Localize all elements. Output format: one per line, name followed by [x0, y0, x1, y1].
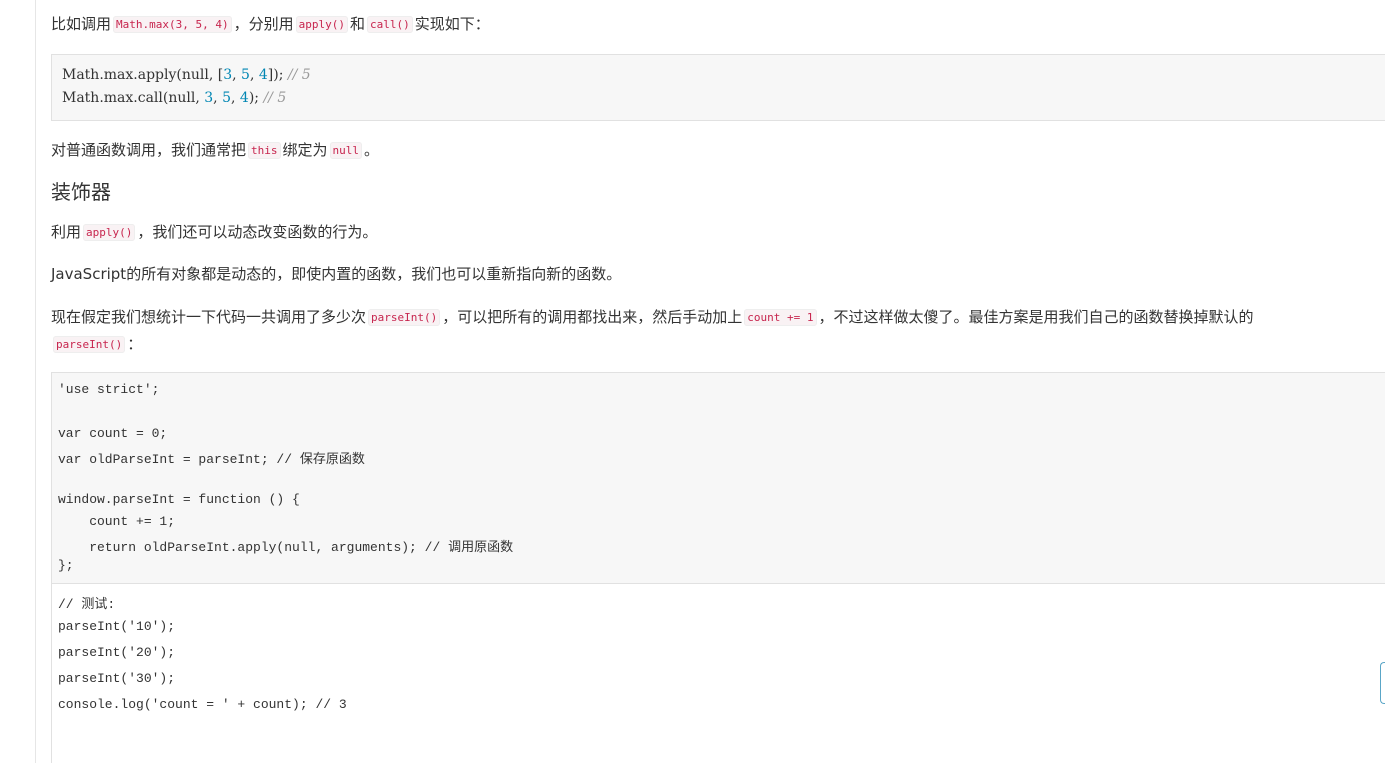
code-line: };: [58, 558, 74, 573]
inline-code-call: call(): [367, 16, 413, 33]
side-panel-tab[interactable]: [1380, 662, 1385, 704]
code-block-parseint-override: 'use strict'; var count = 0; var oldPars…: [51, 372, 1385, 584]
paragraph-null-binding: 对普通函数调用，我们通常把 this 绑定为 null。: [51, 141, 380, 159]
code-line: Math.max.call(null, 3, 5, 4); // 5: [62, 90, 287, 106]
paragraph-intro: 比如调用 Math.max(3, 5, 4) ，分别用 apply() 和 call() 实…: [51, 13, 490, 36]
code-line: Math.max.apply(null, [3, 5, 4]); // 5: [62, 67, 311, 83]
code-line: 'use strict';: [58, 382, 160, 397]
text: ，分别用: [233, 15, 294, 33]
inline-code-apply: apply(): [295, 16, 348, 33]
paragraph-count-parseint: 现在假定我们想统计一下代码一共调用了多少次 parseInt() ，可以把所有的调用…: [51, 308, 1254, 353]
code-line: window.parseInt = function () {: [58, 492, 300, 507]
left-border: [35, 0, 36, 763]
paragraph-dynamic-objects: JavaScript的所有对象都是动态的，即使内置的函数，我们也可以重新指向新的…: [51, 265, 622, 283]
inline-code-apply: apply(): [83, 224, 136, 241]
paragraph-apply-dynamic: 利用 apply() ，我们还可以动态改变函数的行为。: [51, 223, 378, 241]
code-line: parseInt('20');: [58, 645, 176, 660]
code-line: // 测试:: [58, 597, 116, 612]
text: 和: [349, 15, 365, 33]
section-heading: 装饰器: [51, 180, 111, 204]
inline-code-math-max: Math.max(3, 5, 4): [113, 16, 232, 33]
inline-code-this: this: [248, 142, 281, 159]
inline-code-count-increment: count += 1: [744, 309, 817, 326]
inline-code-parseint: parseInt(): [368, 309, 441, 326]
inline-code-parseint: parseInt(): [53, 336, 126, 353]
code-line: count += 1;: [58, 514, 176, 529]
code-line: var count = 0;: [58, 426, 168, 441]
code-line: parseInt('30');: [58, 671, 176, 686]
code-block-math-max: Math.max.apply(null, [3, 5, 4]); // 5 Ma…: [51, 54, 1385, 121]
code-line: return oldParseInt.apply(null, arguments…: [58, 540, 514, 555]
code-editor-test[interactable]: // 测试: parseInt('10'); parseInt('20'); p…: [51, 583, 1385, 763]
code-line: console.log('count = ' + count); // 3: [58, 697, 347, 712]
text: 比如调用: [51, 15, 112, 33]
text: 实现如下：: [414, 15, 490, 33]
code-line: parseInt('10');: [58, 619, 176, 634]
code-line: var oldParseInt = parseInt; // 保存原函数: [58, 452, 365, 467]
inline-code-null: null: [329, 142, 363, 159]
